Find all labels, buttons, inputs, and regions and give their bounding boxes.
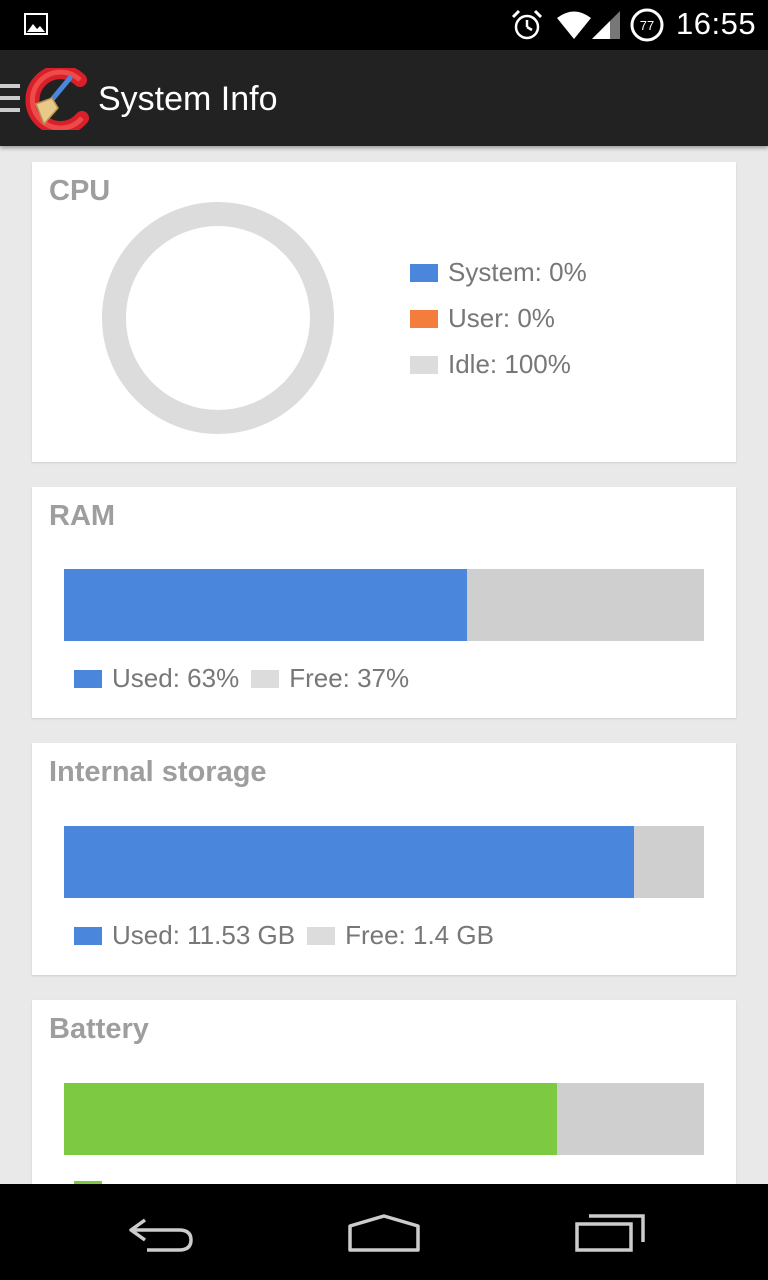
alarm-icon — [511, 9, 543, 40]
cpu-card: CPU System: 0% User: 0% Idle: 100% — [32, 162, 736, 462]
storage-legend: Used: 11.53 GB Free: 1.4 GB — [74, 920, 506, 951]
system-swatch — [410, 263, 438, 282]
free-swatch — [307, 926, 336, 945]
cpu-legend-user: User: 0% — [410, 303, 555, 334]
ram-title: RAM — [49, 500, 116, 532]
cpu-system-label: System: 0% — [448, 257, 587, 287]
ram-legend: Used: 63% Free: 37% — [74, 663, 421, 694]
gallery-icon — [24, 13, 48, 35]
cpu-donut-idle — [102, 202, 334, 434]
recent-apps-icon[interactable] — [575, 1212, 647, 1254]
ram-used-fill — [64, 569, 468, 641]
used-swatch — [74, 926, 102, 945]
cpu-donut-chart — [102, 202, 334, 434]
free-swatch — [251, 669, 280, 688]
storage-legend-free: Free: 1.4 GB — [307, 920, 494, 951]
ram-free-label: Free: 37% — [289, 663, 410, 693]
ccleaner-logo-icon[interactable] — [24, 68, 92, 130]
storage-bar — [64, 826, 704, 898]
cpu-legend-idle: Idle: 100% — [410, 349, 571, 380]
ram-legend-free: Free: 37% — [251, 663, 409, 694]
storage-used-fill — [64, 826, 634, 898]
ram-card: RAM Used: 63% Free: 37% — [32, 487, 736, 718]
navigation-bar — [0, 1184, 768, 1280]
user-swatch — [410, 309, 438, 328]
cpu-legend-system: System: 0% — [410, 257, 587, 288]
storage-used-label: Used: 11.53 GB — [112, 920, 296, 950]
ram-used-label: Used: 63% — [112, 663, 240, 693]
storage-title: Internal storage — [49, 756, 267, 788]
idle-swatch — [410, 355, 438, 374]
back-icon[interactable] — [125, 1214, 195, 1254]
status-bar: 77 16:55 — [0, 0, 768, 50]
used-swatch — [74, 669, 102, 688]
clock: 16:55 — [676, 6, 757, 41]
menu-icon[interactable] — [0, 84, 20, 114]
ram-bar — [64, 569, 704, 641]
storage-card: Internal storage Used: 11.53 GB Free: 1.… — [32, 743, 736, 975]
signal-icon — [592, 11, 620, 39]
battery-level-fill — [64, 1083, 557, 1155]
battery-bar — [64, 1083, 704, 1155]
battery-icon: 77 — [629, 7, 665, 48]
app-title: System Info — [98, 80, 278, 118]
battery-level-text: 77 — [640, 18, 654, 33]
cpu-idle-label: Idle: 100% — [448, 349, 571, 379]
storage-legend-used: Used: 11.53 GB — [74, 920, 295, 951]
cpu-user-label: User: 0% — [448, 303, 555, 333]
app-bar: System Info — [0, 50, 768, 146]
wifi-icon — [557, 11, 591, 39]
battery-card: Battery — [32, 1000, 736, 1200]
ram-legend-used: Used: 63% — [74, 663, 239, 694]
battery-title: Battery — [49, 1013, 149, 1045]
home-icon[interactable] — [346, 1214, 422, 1254]
storage-free-label: Free: 1.4 GB — [345, 920, 494, 950]
